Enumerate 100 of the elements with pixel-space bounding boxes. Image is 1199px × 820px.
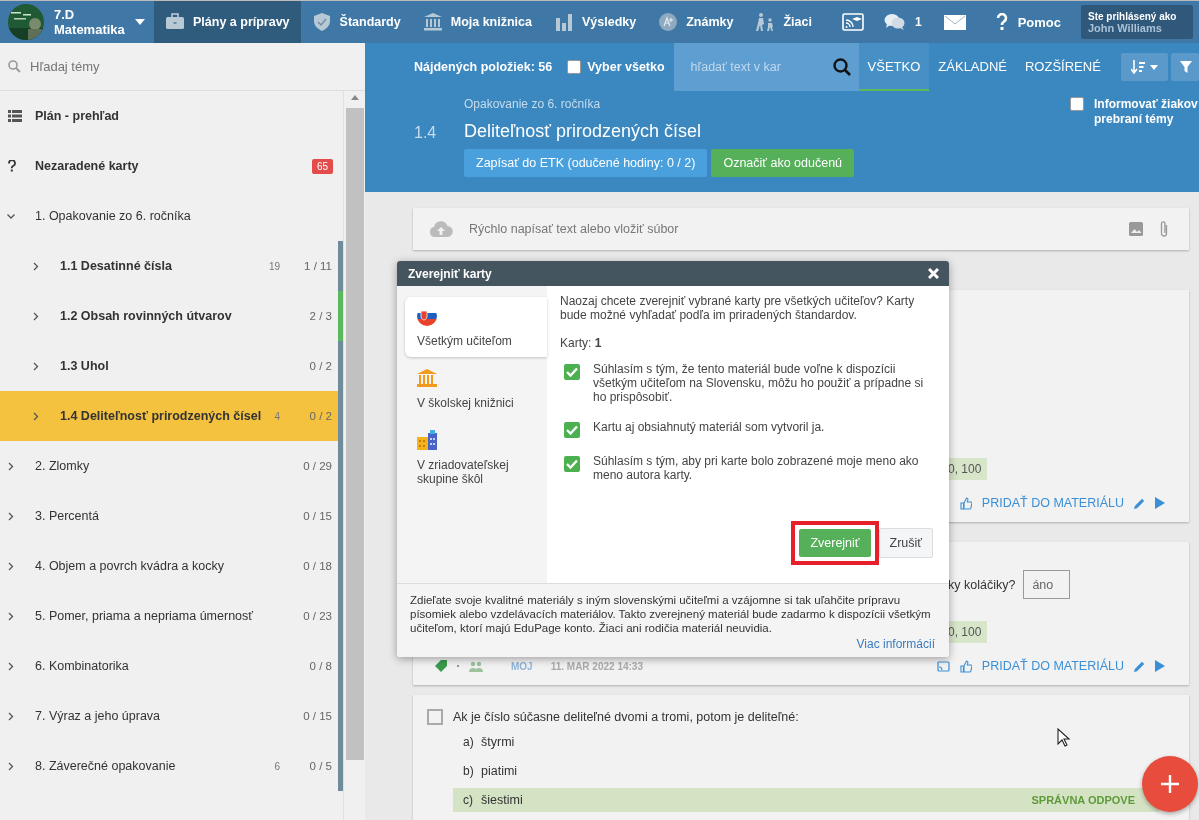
library-icon: [422, 12, 443, 32]
play-icon[interactable]: [1155, 497, 1165, 509]
help-link[interactable]: Pomoc: [995, 13, 1061, 31]
nav-tab[interactable]: Moja knižnica: [411, 1, 543, 43]
topic-item[interactable]: 1. Opakovanie zo 6. ročníka: [0, 191, 343, 241]
select-all-label: Vyber všetko: [587, 60, 665, 74]
topic-item[interactable]: 8. Záverečné opakovanie 6 0 / 5: [0, 741, 343, 791]
publish-target-tab[interactable]: Všetkým učiteľom: [405, 297, 547, 357]
agreement-checkbox[interactable]: [564, 456, 580, 472]
agreement-checkbox[interactable]: [564, 422, 580, 438]
topic-item[interactable]: 1.1 Desatinné čísla 19 1 / 11: [0, 241, 343, 291]
nav-tab[interactable]: Štandardy: [300, 1, 412, 43]
quick-note-field[interactable]: Rýchlo napísať text alebo vložiť súbor: [413, 208, 1189, 250]
card-count: 6: [274, 760, 280, 772]
option-letter: c): [463, 793, 474, 807]
progress-count: 0 / 15: [302, 510, 332, 522]
people-icon: [469, 660, 483, 672]
topic-item[interactable]: Nezaradené karty 65: [0, 141, 343, 191]
card-checkbox[interactable]: [427, 709, 443, 725]
buildings-icon: [417, 430, 437, 450]
filter-button[interactable]: [1171, 53, 1199, 81]
value-tag: 0, 100: [948, 458, 988, 480]
publish-target-tab[interactable]: V školskej knižnici: [405, 359, 547, 419]
class-selector[interactable]: 7.D Matematika: [0, 1, 154, 43]
option-text: štyrmi: [481, 735, 515, 749]
agreement-checkbox[interactable]: [564, 364, 580, 380]
progress-count: 0 / 18: [302, 560, 332, 572]
question-text: ky koláčiky?: [948, 577, 1016, 592]
topic-item[interactable]: 1.4 Deliteľnosť prirodzených čísel 4 0 / 2: [0, 391, 343, 441]
pencil-icon[interactable]: [1134, 497, 1145, 509]
select-all-checkbox[interactable]: [567, 60, 582, 74]
card-count: 19: [268, 260, 280, 272]
dialog-message: Naozaj chcete zverejniť vybrané karty pre všetkých učiteľov? Karty bude možné vyhľadať podľa im priradených štandardov.: [560, 294, 916, 322]
question-text: Ak je číslo súčasne deliteľné dvomi a tromi, potom je deliteľné:: [453, 709, 800, 725]
user-caption: Ste prihlásený ako: [1088, 10, 1178, 22]
topic-item[interactable]: 1.2 Obsah rovinných útvarov 2 / 3: [0, 291, 343, 341]
nav-tab[interactable]: Známky: [647, 1, 745, 43]
topic-item[interactable]: 6. Kombinatorika 0 / 8: [0, 641, 343, 691]
topic-title: Deliteľnosť prirodzených čísel: [464, 121, 703, 142]
publish-target-tab[interactable]: V zriadovateľskej skupine škôl: [405, 421, 547, 494]
topic-item[interactable]: Plán - prehľad: [0, 91, 343, 141]
cancel-button[interactable]: Zrušiť: [878, 528, 933, 558]
correct-answer-label: SPRÁVNA ODPOVE: [1031, 794, 1136, 806]
topic-item[interactable]: 7. Výraz a jeho úprava 0 / 15: [0, 691, 343, 741]
close-icon[interactable]: [928, 268, 939, 279]
nav-tab[interactable]: Výsledky: [543, 1, 648, 43]
cast-icon[interactable]: [936, 660, 950, 672]
search-icon: [8, 60, 21, 73]
count-badge: 65: [311, 158, 333, 174]
sort-button[interactable]: [1121, 53, 1168, 81]
messages-button[interactable]: 1: [883, 13, 922, 31]
filter-tab[interactable]: ROZŠÍRENÉ: [1016, 43, 1110, 91]
option-text: šiestimi: [481, 793, 523, 807]
progress-count: 0 / 8: [308, 660, 332, 672]
option-text: piatimi: [481, 764, 518, 778]
scrollbar[interactable]: [343, 91, 365, 820]
card-count-label: Karty: 1: [560, 336, 603, 350]
topic-item[interactable]: 2. Zlomky 0 / 29: [0, 441, 343, 491]
agreement-text: Súhlasím s tým, že tento materiál bude voľne k dispozícii všetkým učiteľom na Slovensku, môžu ho použiť a prípadne si ho prispôsobiť.: [593, 362, 925, 404]
agreement-text: Súhlasím s tým, aby pri karte bolo zobrazené moje meno ako meno autora karty.: [593, 454, 920, 482]
image-icon[interactable]: [1129, 222, 1143, 236]
help-icon: [995, 13, 1008, 31]
card-search-field[interactable]: hľadať text v kar: [673, 43, 859, 91]
bar-chart-icon: [554, 12, 574, 32]
sort-icon: [1131, 60, 1145, 74]
thumbs-up-icon[interactable]: [959, 659, 972, 673]
filter-tab[interactable]: ZÁKLADNÉ: [929, 43, 1016, 91]
pencil-icon[interactable]: [1134, 660, 1145, 672]
answer-field[interactable]: áno: [1023, 570, 1071, 599]
topic-number: 1.4: [414, 124, 438, 142]
topic-item[interactable]: 1.3 Uhol 0 / 2: [0, 341, 343, 391]
author-label: MOJ: [511, 660, 533, 672]
option-letter: a): [463, 735, 475, 749]
progress-count: 0 / 2: [308, 410, 332, 422]
progress-count: 0 / 2: [308, 360, 332, 372]
nav-tab[interactable]: Žiaci: [744, 1, 823, 43]
topic-item[interactable]: 4. Objem a povrch kvádra a kocky 0 / 18: [0, 541, 343, 591]
topic-item[interactable]: 5. Pomer, priama a nepriama úmernosť 0 / 23: [0, 591, 343, 641]
thumbs-up-icon[interactable]: [959, 496, 972, 510]
topic-search-field[interactable]: Hľadaj témy: [28, 51, 357, 82]
subject-name: Matematika: [54, 22, 125, 37]
play-icon[interactable]: [1155, 660, 1165, 672]
info-text: Zdieľate svoje kvalitné materiály s iným slovenskými učiteľmi a vzájomne si tak uľahčite prípravu písomiek alebo vzdelávacích materiálov. Takto zverejnený materiál bude zadarmo k dispozícii všetkým učiteľom, ktorí majú EduPage konto. Žiaci ani rodičia materiál neuvidia.: [410, 593, 932, 635]
list-icon: [8, 110, 22, 122]
topic-item[interactable]: 3. Percentá 0 / 15: [0, 491, 343, 541]
caret-icon: [134, 19, 145, 25]
result-count: Nájdených položiek: 56: [414, 60, 553, 74]
mail-icon[interactable]: [943, 14, 966, 30]
caret-icon: [1150, 64, 1158, 70]
user-name: John Williams: [1088, 21, 1163, 34]
shield-icon: [311, 12, 332, 32]
more-info-link[interactable]: Viac informácií: [856, 637, 935, 651]
inform-checkbox[interactable]: [1070, 97, 1084, 111]
class-name: 7.D: [54, 7, 76, 22]
question-icon: [8, 160, 16, 172]
attachment-icon[interactable]: [1159, 220, 1169, 238]
dialog-title: Zverejniť karty: [408, 266, 492, 281]
progress-count: 0 / 5: [308, 760, 332, 772]
search-icon[interactable]: [832, 58, 851, 76]
nav-tab[interactable]: Plány a prípravy: [154, 1, 301, 43]
